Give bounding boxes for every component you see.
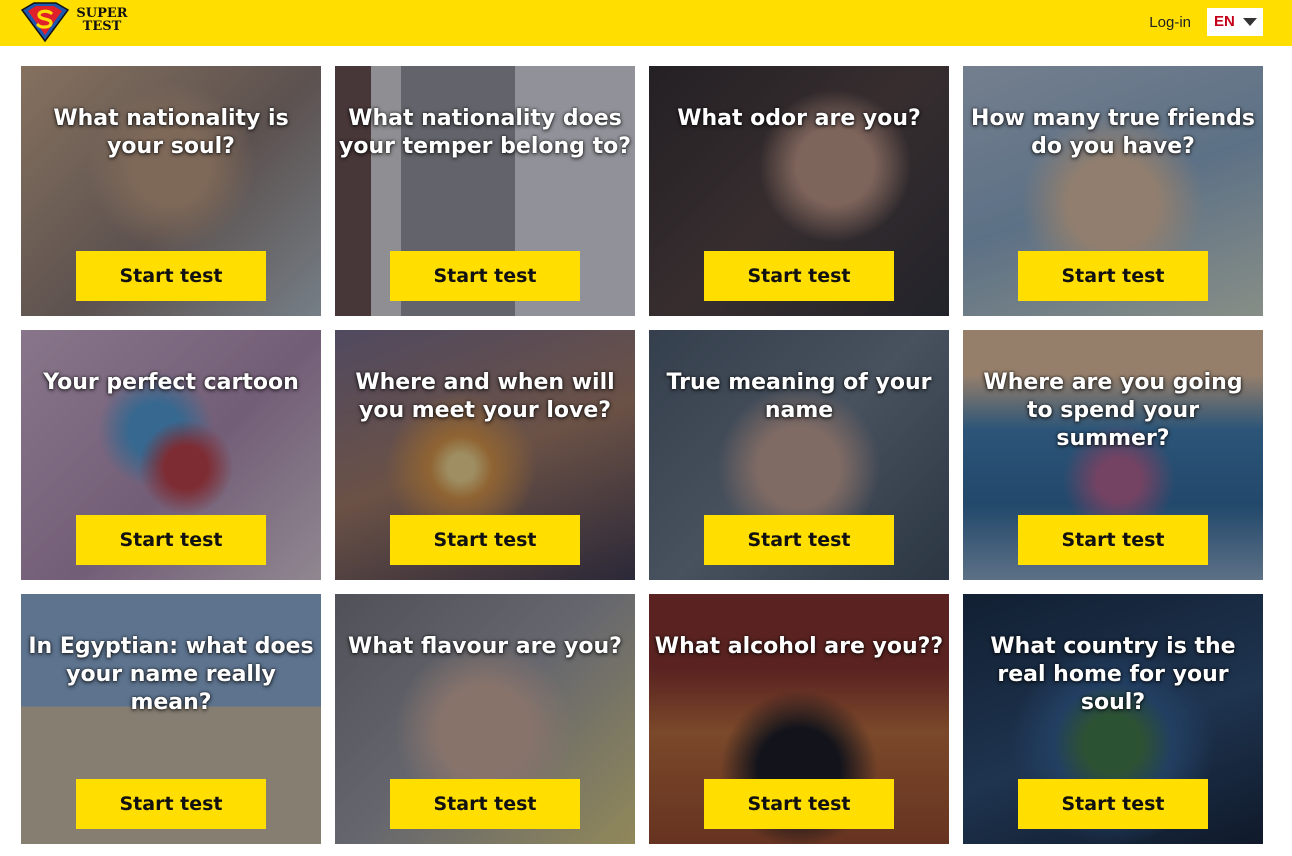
- card-title: Where are you going to spend your summer…: [983, 370, 1243, 451]
- card-title: What country is the real home for your s…: [990, 634, 1236, 715]
- start-test-button[interactable]: Start test: [1018, 779, 1208, 829]
- test-card[interactable]: Where and when will you meet your love? …: [335, 330, 635, 580]
- test-card[interactable]: What country is the real home for your s…: [963, 594, 1263, 844]
- card-title: In Egyptian: what does your name really …: [28, 634, 314, 715]
- start-test-button[interactable]: Start test: [1018, 251, 1208, 301]
- card-title: What nationality is your soul?: [53, 106, 289, 159]
- card-title: Your perfect cartoon: [43, 370, 299, 395]
- logo-line2: TEST: [82, 19, 122, 34]
- chevron-down-icon: [1243, 18, 1257, 26]
- start-test-button[interactable]: Start test: [1018, 515, 1208, 565]
- login-link[interactable]: Log-in: [1149, 14, 1191, 31]
- test-card[interactable]: What nationality does your temper belong…: [335, 66, 635, 316]
- test-card[interactable]: In Egyptian: what does your name really …: [21, 594, 321, 844]
- test-card[interactable]: What nationality is your soul? Start tes…: [21, 66, 321, 316]
- language-selector[interactable]: EN: [1207, 8, 1263, 36]
- card-title: What nationality does your temper belong…: [339, 106, 631, 159]
- card-title: Where and when will you meet your love?: [355, 370, 615, 423]
- card-title: What alcohol are you??: [654, 634, 944, 659]
- site-logo[interactable]: SUPER TEST: [20, 2, 130, 42]
- card-title: What flavour are you?: [348, 634, 622, 659]
- test-card[interactable]: What alcohol are you?? Start test: [649, 594, 949, 844]
- top-bar: SUPER TEST Log-in EN: [0, 0, 1292, 46]
- start-test-button[interactable]: Start test: [390, 515, 580, 565]
- test-card[interactable]: True meaning of your name Start test: [649, 330, 949, 580]
- test-grid: What nationality is your soul? Start tes…: [21, 66, 1263, 844]
- card-title: How many true friends do you have?: [971, 106, 1255, 159]
- test-card[interactable]: What odor are you? Start test: [649, 66, 949, 316]
- test-card[interactable]: Where are you going to spend your summer…: [963, 330, 1263, 580]
- start-test-button[interactable]: Start test: [704, 515, 894, 565]
- card-title: What odor are you?: [677, 106, 921, 131]
- test-card[interactable]: What flavour are you? Start test: [335, 594, 635, 844]
- start-test-button[interactable]: Start test: [76, 779, 266, 829]
- language-code: EN: [1214, 13, 1235, 30]
- test-card[interactable]: Your perfect cartoon Start test: [21, 330, 321, 580]
- start-test-button[interactable]: Start test: [704, 251, 894, 301]
- start-test-button[interactable]: Start test: [76, 515, 266, 565]
- start-test-button[interactable]: Start test: [390, 251, 580, 301]
- card-title: True meaning of your name: [666, 370, 932, 423]
- test-card[interactable]: How many true friends do you have? Start…: [963, 66, 1263, 316]
- start-test-button[interactable]: Start test: [704, 779, 894, 829]
- start-test-button[interactable]: Start test: [76, 251, 266, 301]
- superhero-shield-icon: [20, 2, 70, 42]
- logo-wordmark: SUPER TEST: [74, 7, 130, 33]
- start-test-button[interactable]: Start test: [390, 779, 580, 829]
